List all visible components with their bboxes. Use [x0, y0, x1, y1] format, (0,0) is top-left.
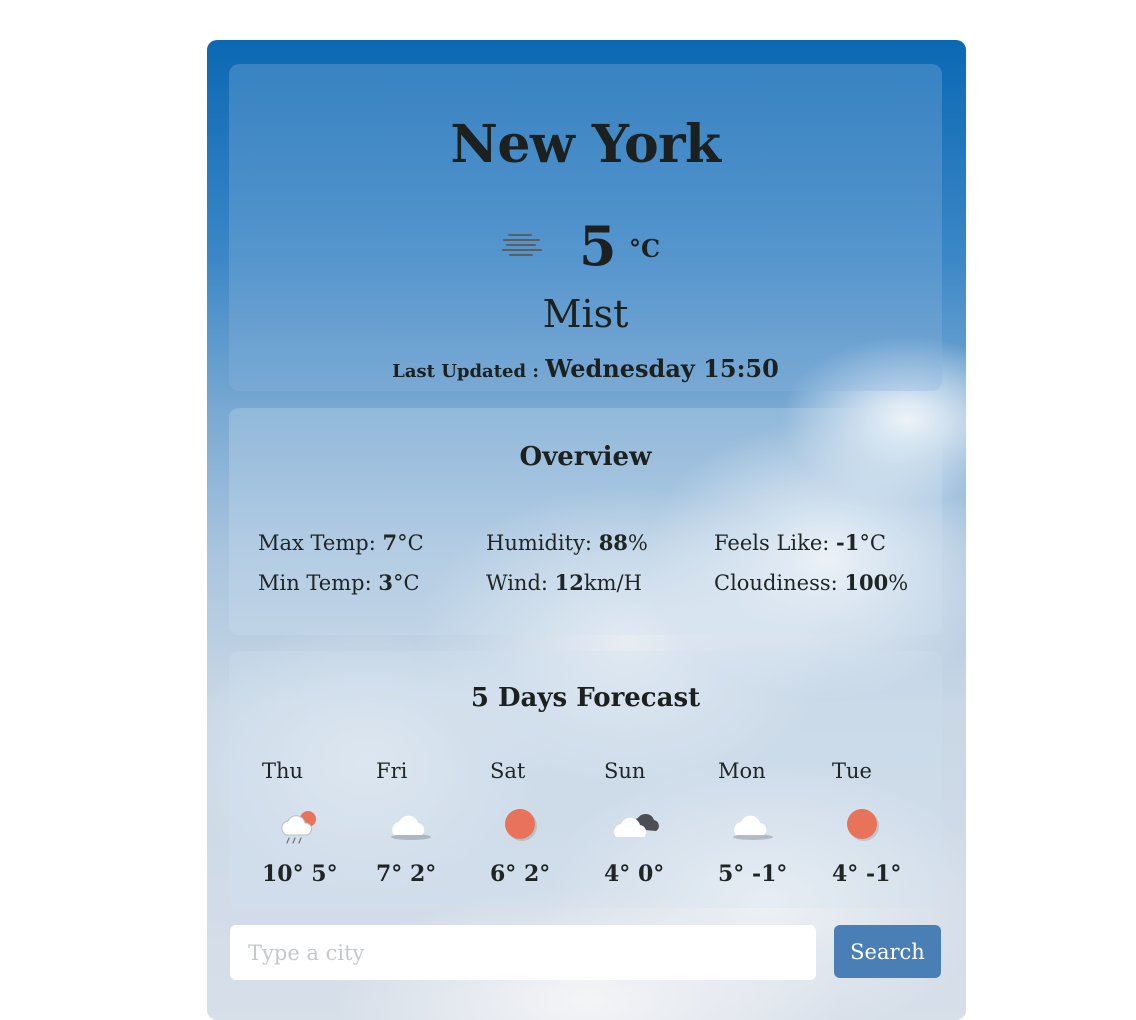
forecast-day-name: Thu — [262, 759, 304, 783]
wind-label: Wind: — [486, 571, 555, 595]
forecast-day: Mon 5° -1° — [718, 759, 828, 887]
last-updated: Last Updated : Wednesday 15:50 — [229, 354, 942, 383]
min-temp-unit: °C — [392, 571, 420, 595]
cloud-icon — [733, 815, 773, 840]
forecast-day-name: Sat — [490, 759, 526, 783]
forecast-panel: 5 Days Forecast Thu 10° 5° Fri 7° 2° Sat… — [229, 651, 942, 908]
cloudiness-label: Cloudiness: — [714, 571, 845, 595]
forecast-day: Fri 7° 2° — [376, 759, 486, 887]
forecast-day-name: Tue — [832, 759, 872, 783]
overview-title: Overview — [519, 442, 652, 472]
forecast-day: Tue 4° -1° — [832, 759, 942, 887]
min-temp-value: 3 — [378, 570, 393, 595]
forecast-day-temps: 10° 5° — [262, 861, 338, 887]
search-button[interactable]: Search — [834, 925, 941, 978]
forecast-day-temps: 4° -1° — [832, 861, 902, 887]
cloudiness: Cloudiness: 100% — [714, 570, 908, 595]
humidity: Humidity: 88% — [486, 530, 648, 555]
feels-like-label: Feels Like: — [714, 531, 837, 555]
city-name: New York — [450, 114, 721, 175]
sun-icon — [847, 809, 879, 841]
rain-cloud-sun-icon — [281, 811, 316, 844]
city-search-input[interactable] — [230, 925, 816, 980]
feels-like-unit: °C — [859, 531, 886, 555]
last-updated-label: Last Updated : — [392, 361, 546, 382]
current-temperature: 5 — [579, 214, 617, 278]
last-updated-value: Wednesday 15:50 — [545, 354, 779, 383]
forecast-day: Sat 6° 2° — [490, 759, 600, 887]
wind-unit: km/H — [583, 571, 642, 595]
feels-like-value: -1 — [836, 530, 860, 555]
humidity-value: 88 — [598, 530, 628, 555]
max-temp-unit: °C — [397, 531, 424, 555]
overview-panel: Overview Max Temp: 7°C Humidity: 88% Fee… — [229, 408, 942, 635]
forecast-day-temps: 4° 0° — [604, 861, 665, 887]
temperature-unit: °C — [629, 234, 661, 263]
min-temp-label: Min Temp: — [258, 571, 379, 595]
forecast-day-name: Sun — [604, 759, 646, 783]
cloud-icon — [391, 815, 431, 840]
wind-value: 12 — [554, 570, 584, 595]
forecast-title: 5 Days Forecast — [470, 683, 701, 713]
feels-like: Feels Like: -1°C — [714, 530, 886, 555]
forecast-day: Sun 4° 0° — [604, 759, 714, 887]
forecast-day-temps: 5° -1° — [718, 861, 788, 887]
forecast-day-name: Mon — [718, 759, 766, 783]
forecast-day-name: Fri — [376, 759, 408, 783]
sun-icon — [505, 809, 537, 841]
max-temp-label: Max Temp: — [258, 531, 383, 555]
temperature-row: 5 °C — [229, 214, 942, 284]
current-weather-panel: New York 5 °C Mist Last Updated : Wednes… — [229, 64, 942, 391]
humidity-label: Humidity: — [486, 531, 599, 555]
max-temp: Max Temp: 7°C — [258, 530, 424, 555]
forecast-day: Thu 10° 5° — [262, 759, 372, 887]
mist-icon — [502, 234, 542, 256]
wind: Wind: 12km/H — [486, 570, 642, 595]
weather-description: Mist — [542, 292, 629, 336]
min-temp: Min Temp: 3°C — [258, 570, 420, 595]
forecast-day-temps: 6° 2° — [490, 861, 551, 887]
weather-app: New York 5 °C Mist Last Updated : Wednes… — [207, 40, 966, 1020]
max-temp-value: 7 — [382, 530, 398, 555]
cloudiness-value: 100 — [844, 570, 889, 595]
broken-clouds-icon — [614, 813, 659, 837]
humidity-unit: % — [627, 531, 648, 555]
forecast-day-temps: 7° 2° — [376, 861, 437, 887]
cloudiness-unit: % — [888, 571, 909, 595]
